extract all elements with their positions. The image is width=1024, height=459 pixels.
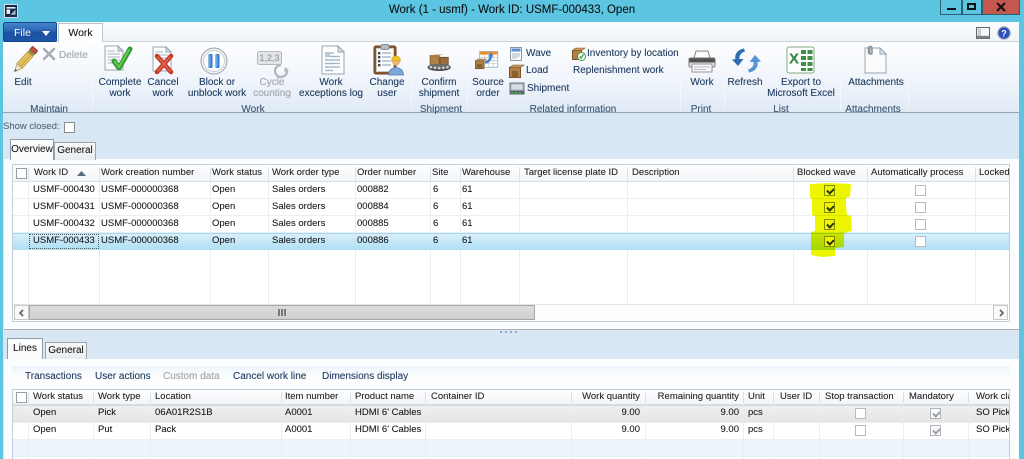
svg-text:1,2,3: 1,2,3 [259, 53, 279, 63]
svg-text:X: X [789, 51, 799, 68]
svg-text:?: ? [1001, 29, 1007, 39]
